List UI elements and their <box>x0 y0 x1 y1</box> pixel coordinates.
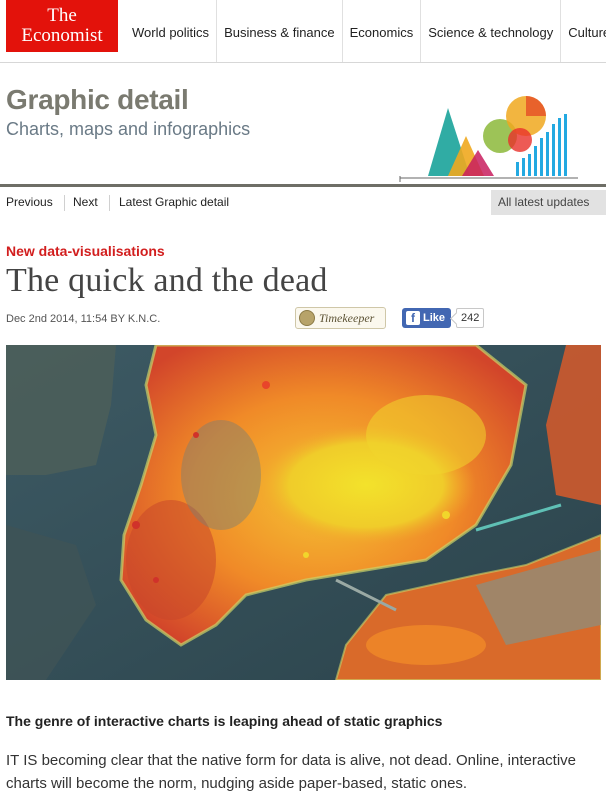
like-count: 242 <box>456 308 485 328</box>
timekeeper-button[interactable]: Timekeeper <box>295 307 386 329</box>
top-bar: The Economist World politics Business & … <box>0 0 606 63</box>
like-label: Like <box>423 312 446 324</box>
nav-economics[interactable]: Economics <box>341 0 421 62</box>
previous-link[interactable]: Previous <box>6 195 53 209</box>
timekeeper-badge-icon <box>299 310 315 326</box>
article-standfirst: The genre of interactive charts is leapi… <box>6 713 443 729</box>
all-latest-updates-button[interactable]: All latest updates <box>491 190 606 215</box>
latest-graphic-detail-link[interactable]: Latest Graphic detail <box>119 195 229 209</box>
pager-separator <box>64 195 65 211</box>
logo-line-1: The <box>47 5 77 26</box>
section-subtitle: Charts, maps and infographics <box>6 119 251 139</box>
nav-science-technology[interactable]: Science & technology <box>420 0 560 62</box>
nav-culture[interactable]: Culture <box>560 0 606 62</box>
section-divider <box>0 184 606 187</box>
next-link[interactable]: Next <box>73 195 98 209</box>
main-nav: World politics Business & finance Econom… <box>118 0 606 62</box>
facebook-like-button[interactable]: f Like <box>402 308 451 328</box>
facebook-icon: f <box>406 311 420 325</box>
nav-business-finance[interactable]: Business & finance <box>216 0 342 62</box>
economist-logo[interactable]: The Economist <box>6 0 118 52</box>
logo-line-2: Economist <box>21 25 103 46</box>
article-map-image <box>6 345 601 680</box>
graphic-detail-banner-illustration <box>399 96 578 182</box>
article-headline: The quick and the dead <box>6 262 328 299</box>
article-dateline: Dec 2nd 2014, 11:54 BY K.N.C. <box>6 313 161 325</box>
timekeeper-label: Timekeeper <box>319 311 375 325</box>
pager-separator <box>109 195 110 211</box>
article-rubric: New data-visualisations <box>6 243 165 259</box>
section-title: Graphic detail <box>6 84 189 115</box>
article-body-paragraph: IT IS becoming clear that the native for… <box>6 752 577 792</box>
nav-world-politics[interactable]: World politics <box>118 0 216 62</box>
